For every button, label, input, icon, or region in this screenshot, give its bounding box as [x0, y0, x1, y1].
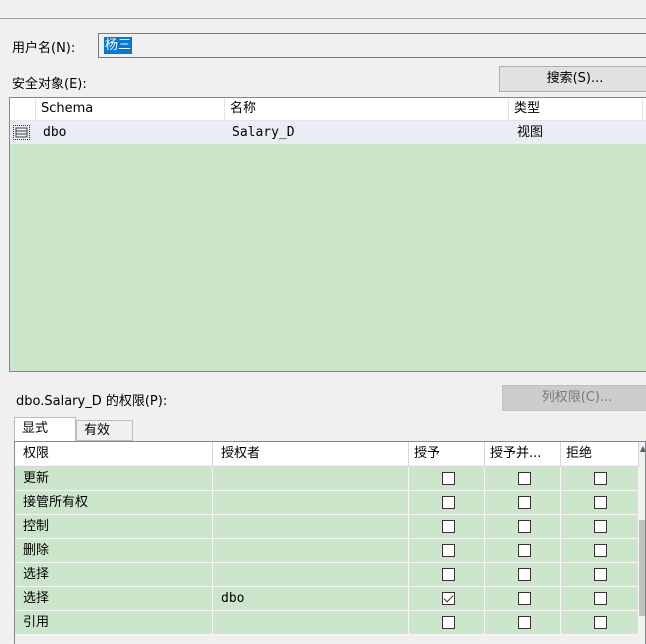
permission-row[interactable]: 更新 [15, 467, 639, 491]
deny-checkbox[interactable] [594, 544, 607, 557]
with-grant-checkbox[interactable] [518, 616, 531, 629]
cell-permission: 控制 [15, 515, 213, 539]
grant-checkbox[interactable] [442, 496, 455, 509]
header-icon-column [10, 98, 36, 120]
permissions-label: dbo.Salary_D 的权限(P): [16, 394, 168, 409]
tab-effective[interactable]: 有效 [76, 420, 133, 441]
header-schema[interactable]: Schema [36, 98, 225, 120]
grant-checkbox[interactable] [442, 592, 455, 605]
permission-row[interactable]: 控制 [15, 515, 639, 539]
header-grant[interactable]: 授予 [409, 442, 485, 466]
permission-row[interactable]: 接管所有权 [15, 491, 639, 515]
deny-checkbox[interactable] [594, 496, 607, 509]
header-type[interactable]: 类型 [509, 98, 643, 120]
grant-checkbox[interactable] [442, 544, 455, 557]
cell-grantor [213, 539, 409, 563]
deny-checkbox[interactable] [594, 520, 607, 533]
table-view-icon [13, 125, 30, 140]
cell-grantor [213, 491, 409, 515]
username-field[interactable]: 杨三 [98, 33, 646, 58]
permission-row[interactable]: 选择 dbo [15, 587, 639, 611]
cell-permission: 选择 [15, 563, 213, 587]
cell-grantor [213, 467, 409, 491]
deny-checkbox[interactable] [594, 592, 607, 605]
with-grant-checkbox[interactable] [518, 592, 531, 605]
permission-row[interactable]: 删除 [15, 539, 639, 563]
cell-grantor: dbo [213, 587, 409, 611]
grant-checkbox[interactable] [442, 472, 455, 485]
header-name[interactable]: 名称 [225, 98, 509, 120]
cell-permission: 引用 [15, 611, 213, 635]
permission-row[interactable]: 选择 [15, 563, 639, 587]
search-button[interactable]: 搜索(S)... [499, 66, 646, 92]
scroll-up-icon[interactable]: ▲ [639, 444, 645, 454]
securables-label: 安全对象(E): [12, 77, 87, 92]
grant-checkbox[interactable] [442, 520, 455, 533]
permissions-grid[interactable]: 权限 授权者 授予 授予并... 拒绝 更新 接管所有权 控制 删除 选择 选择 dbo 引用… [14, 441, 646, 644]
top-divider [0, 18, 646, 19]
cell-permission: 选择 [15, 587, 213, 611]
deny-checkbox[interactable] [594, 472, 607, 485]
securables-header: Schema 名称 类型 [10, 98, 646, 121]
username-value: 杨三 [104, 37, 133, 54]
cell-schema: dbo [43, 125, 67, 140]
scrollbar-thumb[interactable] [639, 520, 645, 616]
permissions-scrollbar[interactable]: ▲ [639, 442, 645, 644]
tab-explicit[interactable]: 显式 [14, 417, 76, 442]
securables-grid[interactable]: Schema 名称 类型 dbo Salary_D 视图 [9, 97, 646, 372]
cell-name: Salary_D [232, 125, 295, 140]
cell-permission: 更新 [15, 467, 213, 491]
cell-permission: 接管所有权 [15, 491, 213, 515]
header-with-grant[interactable]: 授予并... [485, 442, 561, 466]
deny-checkbox[interactable] [594, 616, 607, 629]
with-grant-checkbox[interactable] [518, 496, 531, 509]
cell-grantor [213, 515, 409, 539]
column-permissions-button[interactable]: 列权限(C)... [502, 385, 646, 411]
deny-checkbox[interactable] [594, 568, 607, 581]
cell-permission: 删除 [15, 539, 213, 563]
cell-grantor [213, 611, 409, 635]
grant-checkbox[interactable] [442, 616, 455, 629]
permission-row[interactable]: 引用 [15, 611, 639, 635]
permissions-header: 权限 授权者 授予 授予并... 拒绝 [15, 442, 639, 467]
header-grantor[interactable]: 授权者 [213, 442, 409, 466]
grant-checkbox[interactable] [442, 568, 455, 581]
cell-type: 视图 [517, 125, 544, 140]
with-grant-checkbox[interactable] [518, 472, 531, 485]
securable-row[interactable]: dbo Salary_D 视图 [10, 121, 646, 144]
with-grant-checkbox[interactable] [518, 544, 531, 557]
header-deny[interactable]: 拒绝 [561, 442, 639, 466]
with-grant-checkbox[interactable] [518, 568, 531, 581]
cell-grantor [213, 563, 409, 587]
with-grant-checkbox[interactable] [518, 520, 531, 533]
username-label: 用户名(N): [12, 41, 76, 56]
header-permission[interactable]: 权限 [15, 442, 213, 466]
